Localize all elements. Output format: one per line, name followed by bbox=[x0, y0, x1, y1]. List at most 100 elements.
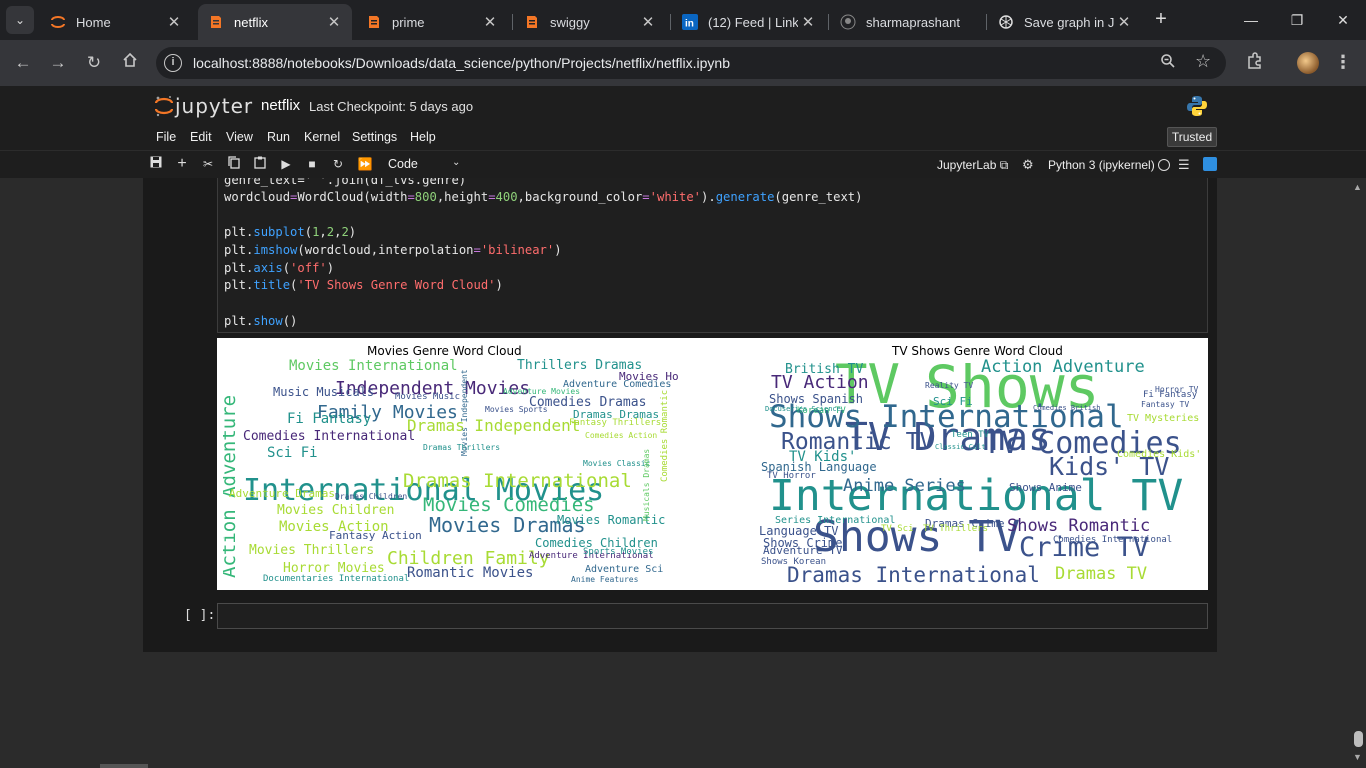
jupyterlab-link[interactable]: JupyterLab ⧉ bbox=[937, 158, 1008, 173]
chevron-down-icon[interactable]: ⌄ bbox=[452, 157, 460, 168]
save-icon[interactable] bbox=[148, 156, 164, 172]
zoom-icon[interactable] bbox=[1160, 53, 1176, 73]
tab-search-button[interactable]: ⌄ bbox=[6, 6, 34, 34]
close-tab-icon[interactable]: ✕ bbox=[1114, 13, 1134, 31]
tvshows-cloud-word: Series International bbox=[775, 515, 896, 526]
close-tab-icon[interactable]: ✕ bbox=[164, 13, 184, 31]
run-icon[interactable]: ▶ bbox=[278, 156, 294, 172]
close-tab-icon[interactable]: ✕ bbox=[480, 13, 500, 31]
code-cell-editor[interactable]: genre_text=' '.join(df_tvs.genre) wordcl… bbox=[217, 178, 1208, 333]
restart-run-all-icon[interactable]: ⏩ bbox=[357, 156, 373, 172]
tvshows-cloud-word: TV Horror bbox=[767, 471, 816, 481]
tvshows-cloud-word: Dramas International bbox=[787, 563, 1040, 587]
cell-prompt: [ ]: bbox=[184, 608, 216, 623]
restore-icon[interactable]: ❐ bbox=[1287, 10, 1307, 30]
menu-edit[interactable]: Edit bbox=[190, 130, 212, 144]
forward-icon[interactable]: → bbox=[47, 52, 69, 74]
new-tab-button[interactable]: + bbox=[1150, 8, 1172, 30]
empty-code-cell[interactable] bbox=[217, 603, 1208, 629]
tvshows-cloud-word: TV Mysteries bbox=[1127, 413, 1200, 424]
movies-cloud-word: Anime Features bbox=[571, 575, 639, 584]
url-text[interactable]: localhost:8888/notebooks/Downloads/data_… bbox=[193, 55, 730, 71]
hamburger-icon[interactable]: ☰ bbox=[1178, 157, 1190, 173]
movies-cloud-word: Comedies International bbox=[243, 429, 416, 444]
cell-type-select[interactable]: Code bbox=[388, 157, 418, 171]
bookmark-star-icon[interactable]: ☆ bbox=[1195, 51, 1211, 72]
cell-output-figure: Movies Genre Word Cloud TV Shows Genre W… bbox=[217, 338, 1208, 590]
paste-icon[interactable] bbox=[252, 156, 268, 172]
tab-netflix[interactable]: netflix ✕ bbox=[198, 4, 352, 40]
horizontal-scrollbar[interactable] bbox=[100, 764, 148, 768]
close-tab-icon[interactable]: ✕ bbox=[638, 13, 658, 31]
stop-icon[interactable]: ■ bbox=[304, 156, 320, 172]
code-line: plt.axis('off') bbox=[224, 261, 334, 275]
scroll-down-icon[interactable]: ▼ bbox=[1353, 752, 1362, 762]
tab-title: sharmaprashant bbox=[866, 14, 960, 30]
tab-separator bbox=[670, 14, 671, 30]
tvshows-cloud-word: Shows Spanish bbox=[769, 392, 863, 406]
kernel-name[interactable]: Python 3 (ipykernel) bbox=[1048, 158, 1155, 172]
code-line-9: plt.show() bbox=[224, 314, 298, 328]
code-line: plt.title('TV Shows Genre Word Cloud') bbox=[224, 278, 503, 292]
code-line: plt.show() bbox=[224, 314, 297, 328]
code-line: wordcloud=WordCloud(width=800,height=400… bbox=[224, 190, 862, 204]
code-line: plt.subplot(1,2,2) bbox=[224, 225, 356, 239]
menu-help[interactable]: Help bbox=[410, 130, 436, 144]
movies-cloud-word: Sci Fi bbox=[267, 445, 318, 461]
tab-title: prime bbox=[392, 14, 425, 30]
movies-cloud-word: Musicals Dramas bbox=[642, 448, 651, 521]
site-info-icon[interactable]: i bbox=[164, 54, 182, 72]
tab-linkedin[interactable]: in (12) Feed | Linke ✕ bbox=[672, 4, 826, 40]
tvshows-cloud-word: Adventure TV bbox=[763, 544, 843, 557]
close-tab-icon[interactable]: ✕ bbox=[324, 13, 344, 31]
movies-cloud-word: Movies Sports bbox=[485, 405, 548, 414]
movies-cloud-word: Fantasy Thrillers bbox=[569, 418, 662, 428]
close-window-icon[interactable]: ✕ bbox=[1333, 10, 1353, 30]
movies-cloud-word: Movies International bbox=[289, 358, 458, 374]
jupyter-logo-icon bbox=[154, 95, 174, 117]
movies-cloud-word: Dramas Thrillers bbox=[423, 443, 501, 452]
menu-settings[interactable]: Settings bbox=[352, 130, 397, 144]
menu-kernel[interactable]: Kernel bbox=[304, 130, 340, 144]
movies-cloud-word: Dramas Independent bbox=[407, 416, 581, 435]
browser-menu-icon[interactable]: ⋮ bbox=[1334, 52, 1352, 73]
property-inspector-icon[interactable] bbox=[1203, 157, 1217, 171]
tvshows-cloud-word: Comedies Kids' bbox=[1117, 449, 1202, 460]
scroll-up-icon[interactable]: ▲ bbox=[1353, 182, 1362, 192]
movies-cloud-word: Adventure Sci bbox=[585, 564, 664, 575]
add-cell-icon[interactable]: + bbox=[174, 156, 190, 172]
menu-file[interactable]: File bbox=[156, 130, 176, 144]
gear-icon[interactable]: ⚙ bbox=[1022, 157, 1034, 173]
tab-home[interactable]: Home ✕ bbox=[40, 4, 192, 40]
movies-cloud-word: Movies Classic bbox=[583, 459, 651, 468]
movies-cloud-word: Romantic Movies bbox=[407, 565, 534, 581]
address-bar[interactable]: i localhost:8888/notebooks/Downloads/dat… bbox=[156, 47, 1226, 79]
tab-github[interactable]: sharmaprashant bbox=[830, 4, 982, 40]
tvshows-wordcloud: Shows TV International TV TV Dramas Shows TV… bbox=[755, 356, 1205, 590]
extensions-icon[interactable] bbox=[1244, 52, 1266, 74]
restart-icon[interactable]: ↻ bbox=[330, 156, 346, 172]
tab-title: swiggy bbox=[550, 14, 590, 30]
jupyter-logo[interactable]: jupyter bbox=[154, 94, 253, 118]
menu-run[interactable]: Run bbox=[267, 130, 290, 144]
reload-icon[interactable]: ↻ bbox=[83, 52, 105, 74]
tab-separator bbox=[986, 14, 987, 30]
tab-swiggy[interactable]: swiggy ✕ bbox=[514, 4, 666, 40]
code-line: plt.imshow(wordcloud,interpolation='bili… bbox=[224, 243, 562, 257]
copy-icon[interactable] bbox=[226, 156, 242, 172]
vertical-scrollbar[interactable] bbox=[1354, 731, 1363, 747]
notebook-title[interactable]: netflix bbox=[261, 97, 300, 114]
github-icon bbox=[840, 14, 856, 30]
movies-cloud-word: Sports Movies bbox=[583, 547, 654, 557]
trusted-badge[interactable]: Trusted bbox=[1167, 127, 1217, 147]
tab-prime[interactable]: prime ✕ bbox=[356, 4, 508, 40]
tab-chatgpt[interactable]: Save graph in Ju ✕ bbox=[988, 4, 1142, 40]
back-icon[interactable]: ← bbox=[12, 52, 34, 74]
profile-avatar[interactable] bbox=[1297, 52, 1319, 74]
menu-view[interactable]: View bbox=[226, 130, 253, 144]
home-icon[interactable] bbox=[119, 52, 141, 74]
cut-icon[interactable]: ✂ bbox=[200, 156, 216, 172]
minimize-icon[interactable]: — bbox=[1241, 10, 1261, 30]
close-tab-icon[interactable]: ✕ bbox=[798, 13, 818, 31]
python-logo-icon bbox=[1185, 94, 1209, 118]
